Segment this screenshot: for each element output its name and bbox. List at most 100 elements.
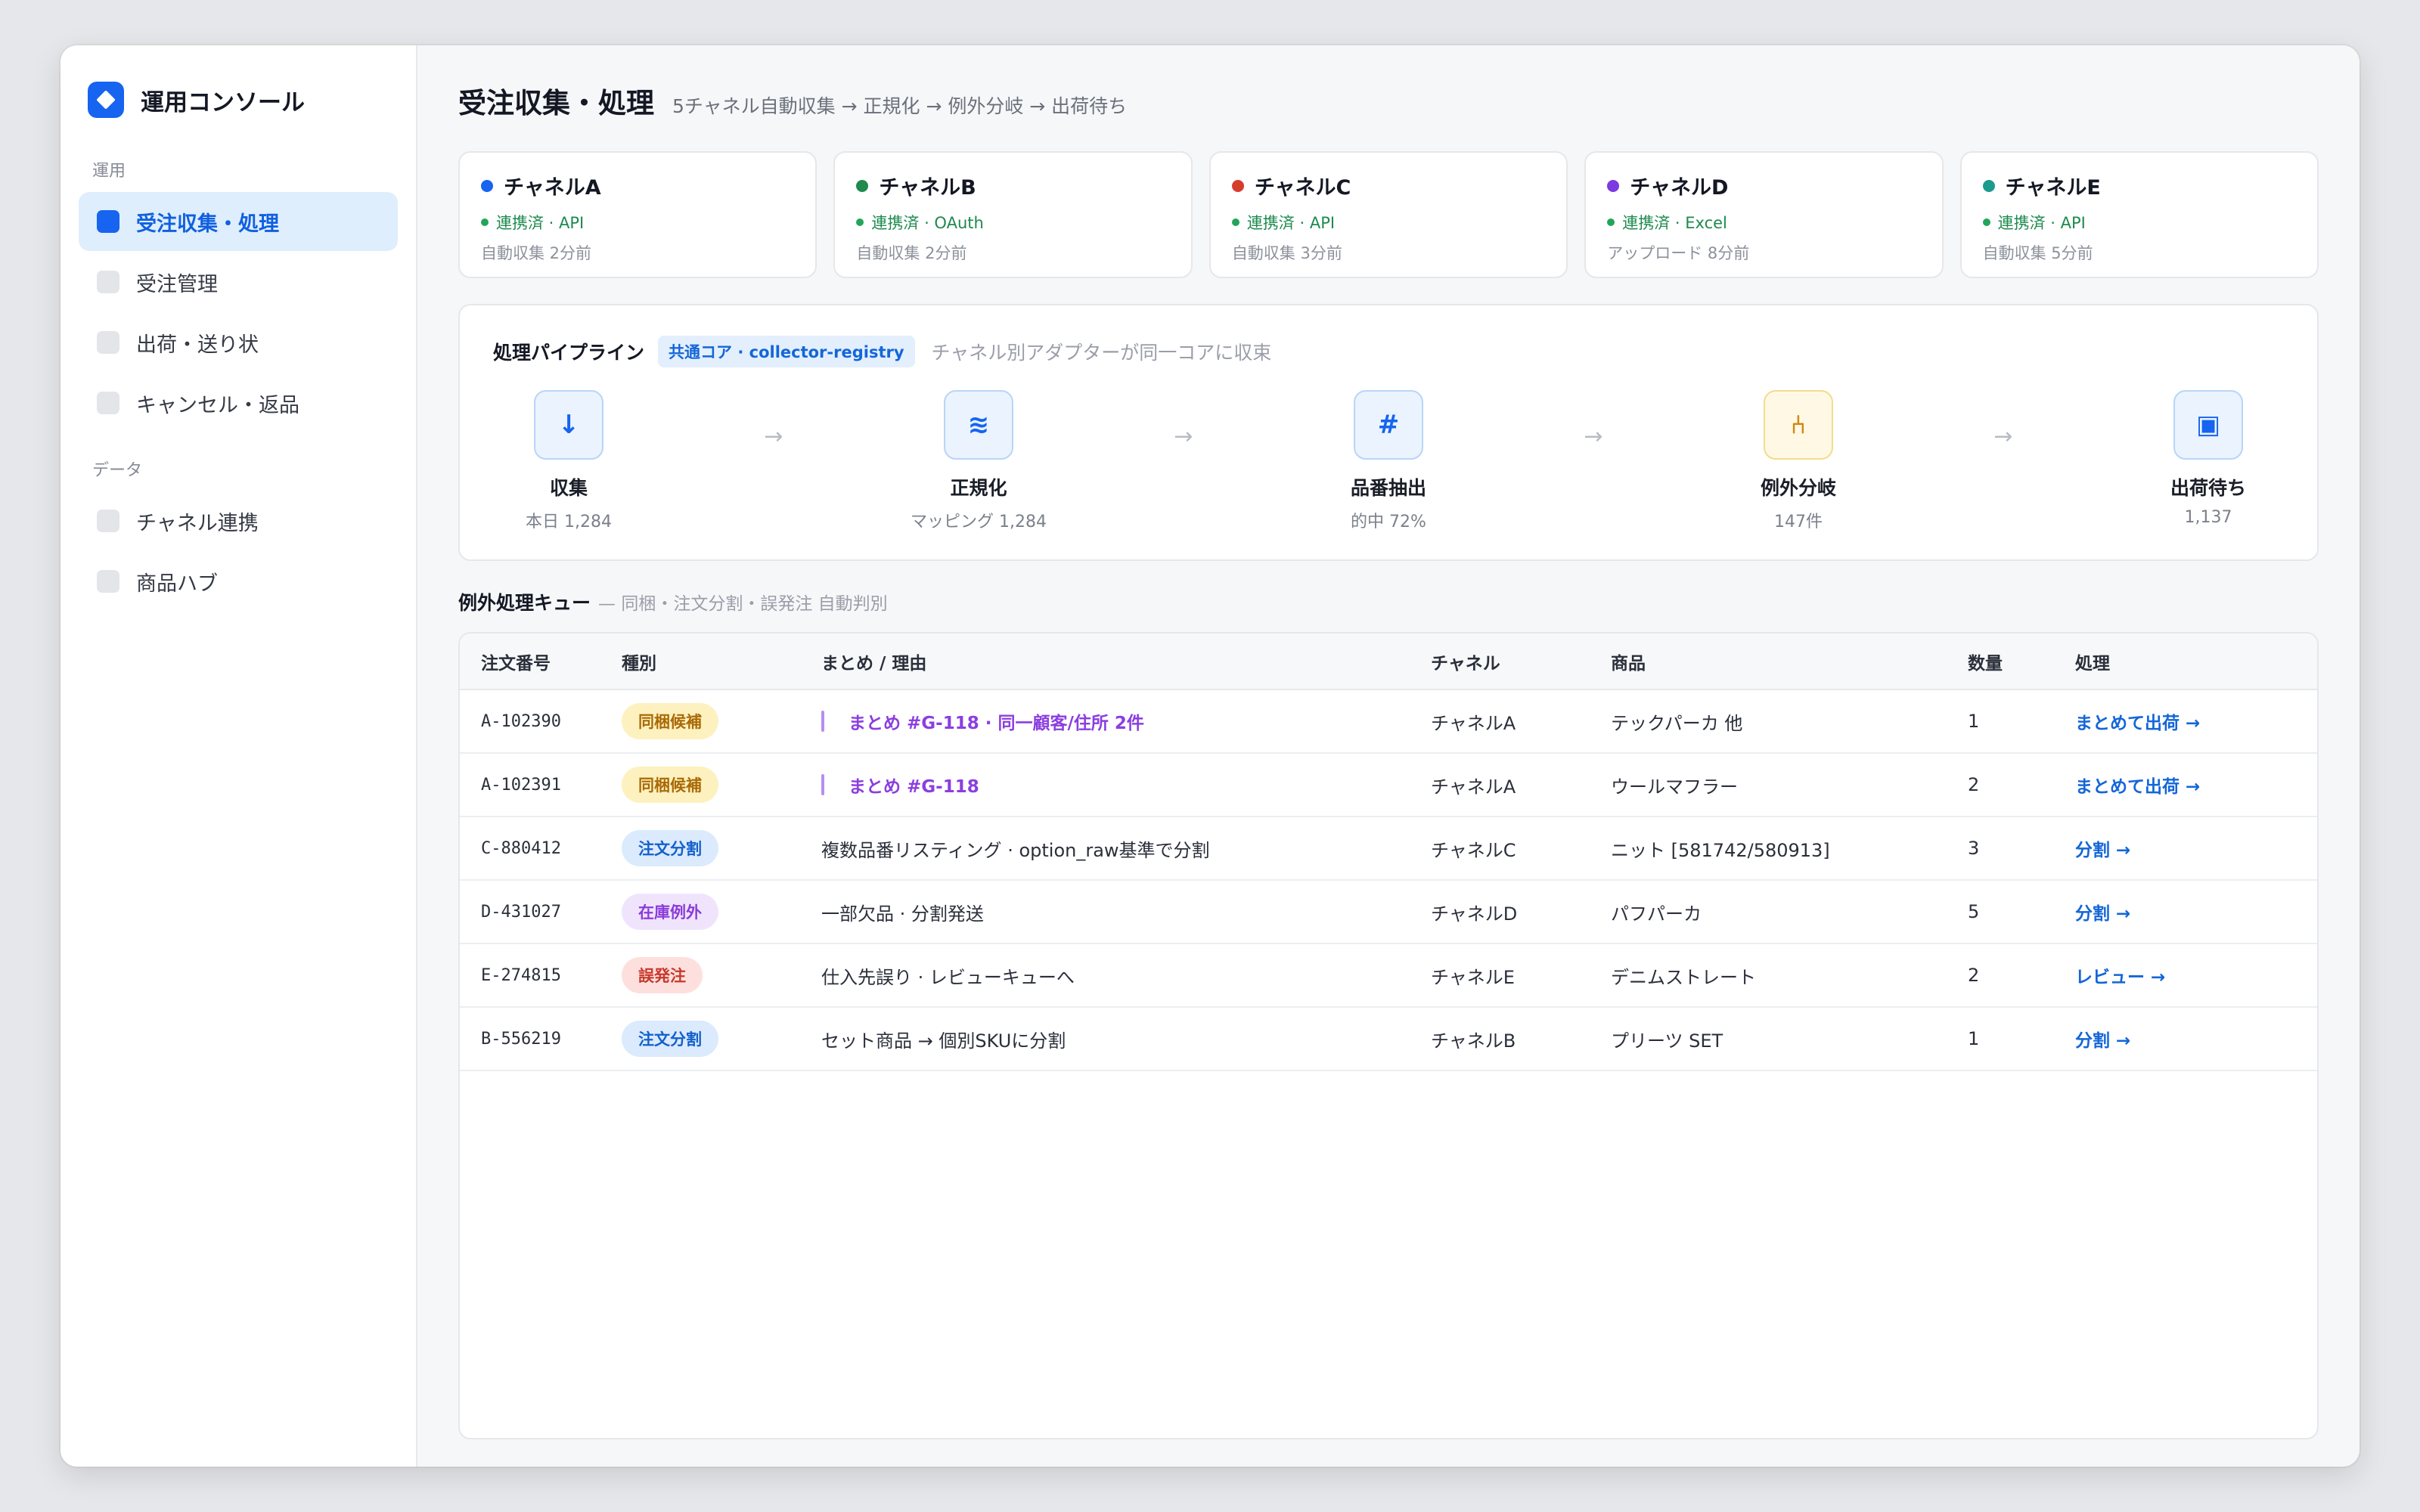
channel-card[interactable]: チャネルE 連携済 · API 自動収集 5分前 [1959,151,2319,278]
qty-cell: 3 [1968,816,2075,881]
page-subtitle: 5チャネル自動収集 → 正規化 → 例外分岐 → 出荷待ち [672,95,1128,117]
reason-cell: セット商品 → 個別SKUに分割 [821,1007,1431,1071]
pipeline-note: チャネル別アダプターが同一コアに収束 [931,342,1272,364]
nav-section-data: データ [92,461,143,480]
channel-name: チャネルC [1231,171,1545,200]
branch-icon: ⑃ [1764,390,1833,460]
group-bar [821,711,824,732]
pipeline-step-sku-extract[interactable]: # 品番抽出 的中 72% [1313,390,1464,532]
table-row[interactable]: D-431027 在庫例外 一部欠品 · 分割発送 チャネルD パフパーカ 5 … [460,880,2317,944]
channel-name: チャネルA [481,171,794,200]
channel-card[interactable]: チャネルD 連携済 · Excel アップロード 8分前 [1584,151,1944,278]
status-dot-icon [1607,218,1615,226]
action-cell: 分割 → [2075,1007,2317,1071]
order-number: A-102390 [460,689,622,754]
channel-name-text: チャネルA [504,176,601,200]
table-row[interactable]: E-274815 誤発注 仕入先誤り · レビューキューへ チャネルE デニムス… [460,943,2317,1008]
status-dot-icon [856,218,864,226]
type-cell: 在庫例外 [622,880,821,944]
channel-name: チャネルD [1607,171,1920,200]
channel-color-dot [1982,179,1995,192]
channel-name-text: チャネルE [2005,176,2101,200]
reason-cell: 複数品番リスティング · option_raw基準で分割 [821,816,1431,881]
nav-section-ops: 運用 [92,162,126,181]
channel-status: 連携済 · OAuth [856,211,1169,234]
exception-queue-table: 注文番号 種別 まとめ / 理由 チャネル 商品 数量 処理 A-102390 … [458,632,2319,1439]
reason-cell: まとめ #G-118 [821,753,1431,817]
normalize-icon: ≋ [944,390,1013,460]
ship-together-link[interactable]: まとめて出荷 → [2075,777,2200,797]
arrow-right-icon: → [764,423,783,450]
brand[interactable]: 運用コンソール [79,79,398,121]
channel-card[interactable]: チャネルB 連携済 · OAuth 自動収集 2分前 [833,151,1193,278]
sidebar-item-cancel-return[interactable]: キャンセル・返品 [79,373,398,432]
channel-last-sync: 自動収集 3分前 [1231,244,1342,262]
sidebar-item-shipping[interactable]: 出荷・送り状 [79,313,398,372]
pipeline-header: 処理パイプライン 共通コア · collector-registry チャネル別… [493,336,2284,367]
step-name: 品番抽出 [1350,477,1426,499]
type-cell: 注文分割 [622,1007,821,1071]
table-row[interactable]: A-102391 同梱候補 まとめ #G-118 チャネルA ウールマフラー 2… [460,753,2317,817]
product-cell: デニムストレート [1611,943,1968,1008]
action-cell: まとめて出荷 → [2075,753,2317,817]
page-header: 受注収集・処理 5チャネル自動収集 → 正規化 → 例外分岐 → 出荷待ち [458,80,2319,127]
action-cell: レビュー → [2075,943,2317,1008]
sidebar: 運用コンソール 運用 受注収集・処理 受注管理 出荷・送り状 キャンセル・返品 … [60,45,417,1467]
channel-card[interactable]: チャネルC 連携済 · API 自動収集 3分前 [1208,151,1568,278]
column-header-qty[interactable]: 数量 [1968,634,2075,690]
reason-cell: まとめ #G-118 · 同一顧客/住所 2件 [821,689,1431,754]
column-header-reason[interactable]: まとめ / 理由 [821,634,1431,690]
review-link[interactable]: レビュー → [2075,968,2165,987]
order-number: A-102391 [460,753,622,817]
sidebar-item-label: 商品ハブ [136,572,218,596]
sidebar-item-order-collection[interactable]: 受注収集・処理 [79,192,398,251]
column-header-product[interactable]: 商品 [1611,634,1968,690]
pipeline-step-collect[interactable]: ↓ 収集 本日 1,284 [493,390,644,532]
split-link[interactable]: 分割 → [2075,1031,2130,1051]
split-link[interactable]: 分割 → [2075,904,2130,924]
column-header-action[interactable]: 処理 [2075,634,2317,690]
channel-status-text: 連携済 · API [1246,214,1336,232]
table-row[interactable]: A-102390 同梱候補 まとめ #G-118 · 同一顧客/住所 2件 チャ… [460,689,2317,754]
channel-last-sync: 自動収集 2分前 [856,244,967,262]
sidebar-item-order-management[interactable]: 受注管理 [79,253,398,311]
column-header-channel[interactable]: チャネル [1431,634,1611,690]
channel-status: 連携済 · API [1231,211,1545,234]
product-cell: パフパーカ [1611,880,1968,944]
group-reference[interactable]: まとめ #G-118 [821,772,1431,798]
pipeline-step-normalize[interactable]: ≋ 正規化 マッピング 1,284 [903,390,1054,532]
qty-cell: 1 [1968,1007,2075,1071]
channel-color-dot [856,179,869,192]
step-name: 出荷待ち [2170,477,2246,499]
app-name: 運用コンソール [141,88,305,116]
pipeline-step-awaiting-shipment[interactable]: ▣ 出荷待ち 1,137 [2133,390,2284,527]
type-cell: 同梱候補 [622,753,821,817]
column-header-order[interactable]: 注文番号 [460,634,622,690]
sidebar-item-product-hub[interactable]: 商品ハブ [79,552,398,611]
ship-together-link[interactable]: まとめて出荷 → [2075,714,2200,733]
column-header-type[interactable]: 種別 [622,634,821,690]
processing-pipeline: 処理パイプライン 共通コア · collector-registry チャネル別… [458,304,2319,561]
step-meta: マッピング 1,284 [911,513,1047,531]
channel-status-text: 連携済 · API [496,214,585,232]
nav-square-icon [97,331,119,354]
channel-cell: チャネルA [1431,689,1611,754]
group-reference[interactable]: まとめ #G-118 · 同一顧客/住所 2件 [821,708,1431,734]
sidebar-item-label: 出荷・送り状 [136,333,259,357]
table-row[interactable]: B-556219 注文分割 セット商品 → 個別SKUに分割 チャネルB プリー… [460,1007,2317,1071]
pipeline-steps: ↓ 収集 本日 1,284 → ≋ 正規化 マッピング 1,284 → # 品番… [493,390,2284,532]
nav-square-icon [97,510,119,532]
qty-cell: 5 [1968,880,2075,944]
channel-status: 連携済 · Excel [1607,211,1920,234]
channel-card[interactable]: チャネルA 連携済 · API 自動収集 2分前 [458,151,818,278]
table-row[interactable]: C-880412 注文分割 複数品番リスティング · option_raw基準で… [460,816,2317,881]
type-cell: 誤発注 [622,943,821,1008]
channel-status-text: 連携済 · Excel [1622,214,1727,232]
status-dot-icon [1982,218,1990,226]
pipeline-step-exception[interactable]: ⑃ 例外分岐 147件 [1723,390,1874,532]
step-meta: 本日 1,284 [526,513,612,531]
split-link[interactable]: 分割 → [2075,841,2130,860]
order-number: C-880412 [460,816,622,881]
sidebar-item-channel-integration[interactable]: チャネル連携 [79,491,398,550]
page-title: 受注収集・処理 [458,87,654,119]
